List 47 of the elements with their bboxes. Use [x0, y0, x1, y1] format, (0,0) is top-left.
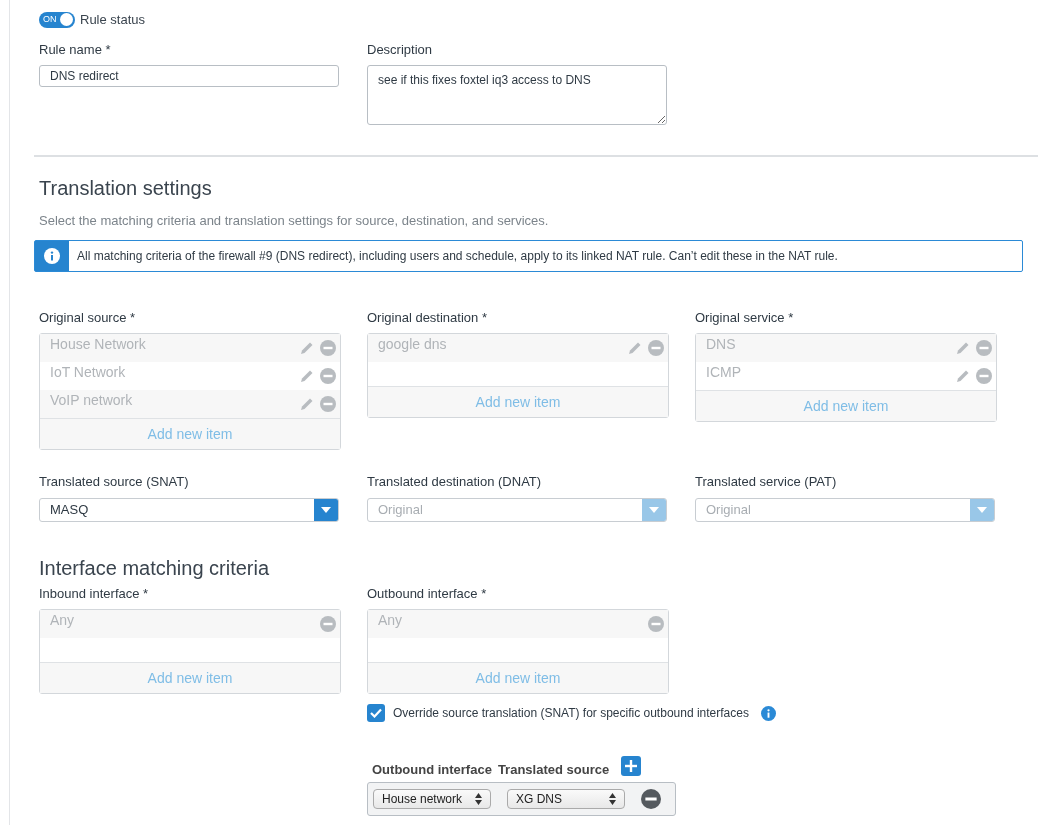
field-label: Translated destination (DNAT) — [367, 473, 543, 491]
plus-icon — [625, 760, 638, 772]
field-label: Original destination * — [367, 308, 488, 327]
list-item[interactable]: Any — [368, 610, 668, 638]
field-label: Translated service (PAT) — [695, 473, 838, 491]
pencil-icon[interactable] — [955, 340, 971, 356]
section-heading: Interface matching criteria — [38, 555, 271, 580]
rule-name-field[interactable]: DNS redirect — [39, 65, 339, 87]
select-field[interactable]: XG DNS — [507, 789, 625, 809]
rule-status-label: Rule status — [80, 11, 146, 29]
field-label: Outbound interface * — [367, 584, 488, 603]
pencil-icon[interactable] — [299, 340, 315, 356]
field-label: Rule name * — [39, 40, 112, 59]
field-label: Inbound interface * — [39, 584, 150, 603]
remove-icon[interactable] — [641, 789, 661, 809]
list-item[interactable]: House Network — [40, 334, 340, 362]
field-label: Original service * — [695, 308, 795, 327]
checkbox-label: Override source translation (SNAT) for specific outbound interfaces — [393, 705, 749, 722]
pencil-icon[interactable] — [955, 368, 971, 384]
list-item[interactable]: DNS — [696, 334, 996, 362]
column-header: Outbound interface — [372, 762, 492, 778]
caret-icon — [314, 498, 338, 521]
updown-arrows-icon — [609, 793, 616, 805]
info-icon — [35, 240, 69, 271]
column-header: Translated source — [497, 762, 610, 778]
rule-status-toggle[interactable]: ON — [39, 11, 75, 28]
checkbox[interactable] — [367, 704, 385, 722]
caret-icon — [970, 498, 994, 521]
pencil-icon[interactable] — [627, 340, 643, 356]
field-label: Description — [367, 40, 434, 59]
info-banner: All matching criteria of the firewall #9 (DNS redirect), including users and schedule, apply to its linked NAT rule. Can’t edit these in the NAT rule. — [34, 239, 1023, 272]
updown-arrows-icon — [475, 793, 482, 805]
list-item[interactable]: Any — [40, 610, 340, 638]
field-label: Original source * — [39, 308, 137, 327]
list-item[interactable]: google dns — [368, 334, 668, 362]
list-item[interactable]: VoIP network — [40, 390, 340, 418]
section-heading: Translation settings — [38, 176, 213, 201]
section-description: Select the matching criteria and translation settings for source, destination, and services. — [38, 212, 550, 230]
info-icon[interactable] — [760, 705, 776, 721]
dropdown[interactable]: MASQ — [39, 497, 339, 522]
pencil-icon[interactable] — [299, 368, 315, 384]
select-field[interactable]: House network — [373, 789, 491, 809]
pencil-icon[interactable] — [299, 396, 315, 412]
field-label: Translated source (SNAT) — [39, 473, 190, 491]
add-button[interactable] — [621, 756, 642, 776]
caret-icon — [642, 498, 666, 521]
description-field[interactable]: see if this fixes foxtel iq3 access to DNS — [367, 65, 667, 125]
